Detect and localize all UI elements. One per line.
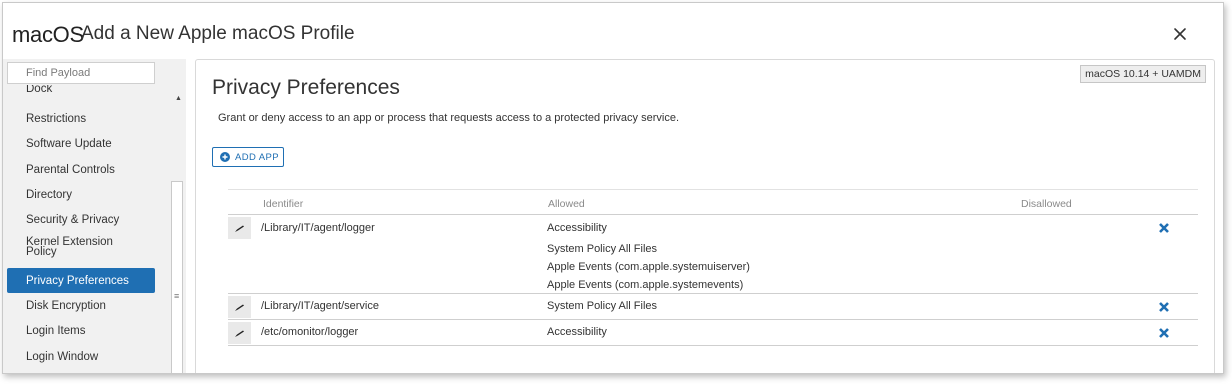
row-identifier: /Library/IT/agent/service	[261, 300, 379, 312]
delete-x-icon[interactable]	[1158, 327, 1170, 339]
dialog-title: Add a New Apple macOS Profile	[81, 23, 355, 44]
table-row: /Library/IT/agent/logger Accessibility S…	[228, 215, 1198, 294]
add-app-button[interactable]: ADD APP	[212, 147, 284, 167]
find-payload-input[interactable]	[7, 62, 155, 84]
dialog-header: macOS Add a New Apple macOS Profile	[3, 3, 1223, 59]
pencil-icon[interactable]	[228, 296, 251, 318]
sidebar-item-label: Restrictions	[26, 112, 87, 125]
pencil-icon[interactable]	[228, 217, 251, 239]
payload-sidebar: Dock Restrictions Software Update Parent…	[3, 59, 186, 373]
row-identifier: /etc/omonitor/logger	[261, 326, 359, 338]
delete-x-icon[interactable]	[1158, 222, 1170, 234]
panel-title: Privacy Preferences	[212, 76, 400, 99]
table-header: Identifier Allowed Disallowed	[228, 189, 1198, 215]
close-icon[interactable]	[1173, 27, 1189, 43]
allowed-service: System Policy All Files	[547, 300, 658, 312]
payload-list: Dock Restrictions Software Update Parent…	[3, 85, 173, 373]
sidebar-item-label: Disk Encryption	[26, 299, 106, 312]
sidebar-scrollbar[interactable]	[171, 181, 183, 373]
add-app-label: ADD APP	[235, 151, 279, 163]
sidebar-item-software-update[interactable]: Software Update	[7, 131, 155, 156]
sidebar-item-label: Login Window	[26, 350, 99, 363]
sidebar-item-label: Software Update	[26, 137, 112, 150]
sidebar-item-label: Login Items	[26, 324, 86, 337]
pencil-icon[interactable]	[228, 322, 251, 344]
sidebar-item-security-privacy[interactable]: Security & Privacy	[7, 207, 155, 232]
allowed-service: Apple Events (com.apple.systemuiserver)	[547, 261, 750, 273]
plus-circle-icon	[220, 152, 230, 162]
column-identifier: Identifier	[263, 198, 304, 210]
sidebar-item-label: Security & Privacy	[26, 213, 120, 226]
sidebar-item-label: Privacy Preferences	[26, 274, 129, 287]
sidebar-item-label: Parental Controls	[26, 163, 115, 176]
table-row: /etc/omonitor/logger Accessibility	[228, 320, 1198, 346]
sidebar-item-dock[interactable]: Dock	[7, 85, 155, 98]
sidebar-item-restrictions[interactable]: Restrictions	[7, 106, 155, 131]
sidebar-item-kernel-extension-policy[interactable]: Kernel Extension Policy	[7, 231, 155, 263]
profile-dialog: macOS Add a New Apple macOS Profile Dock…	[2, 2, 1224, 374]
sidebar-item-directory[interactable]: Directory	[7, 182, 155, 207]
allowed-service: Accessibility	[547, 326, 607, 338]
sidebar-item-parental-controls[interactable]: Parental Controls	[7, 157, 155, 182]
sidebar-item-login-items[interactable]: Login Items	[7, 318, 155, 343]
sidebar-item-label: Directory	[26, 188, 73, 201]
privacy-preferences-panel: macOS 10.14 + UAMDM Privacy Preferences …	[195, 59, 1215, 373]
sidebar-item-disk-encryption[interactable]: Disk Encryption	[7, 293, 155, 318]
row-identifier: /Library/IT/agent/logger	[261, 222, 375, 234]
panel-description: Grant or deny access to an app or proces…	[218, 112, 680, 124]
apps-table: Identifier Allowed Disallowed /Library/I…	[228, 189, 1198, 346]
allowed-service: Accessibility	[547, 222, 607, 234]
scroll-up-arrow-icon[interactable]: ▲	[175, 95, 182, 102]
sidebar-item-label: Kernel Extension Policy	[26, 236, 113, 258]
allowed-service: Apple Events (com.apple.systemevents)	[547, 279, 744, 291]
table-row: /Library/IT/agent/service System Policy …	[228, 294, 1198, 320]
delete-x-icon[interactable]	[1158, 301, 1170, 313]
column-disallowed: Disallowed	[1021, 198, 1072, 210]
allowed-service: System Policy All Files	[547, 243, 658, 255]
scrollbar-grip-icon: ≡	[174, 291, 180, 301]
platform-label: macOS	[12, 22, 84, 47]
sidebar-item-label: Dock	[26, 85, 53, 95]
sidebar-item-login-window[interactable]: Login Window	[7, 344, 155, 369]
column-allowed: Allowed	[548, 198, 585, 210]
os-version-badge: macOS 10.14 + UAMDM	[1080, 65, 1206, 83]
sidebar-item-privacy-preferences[interactable]: Privacy Preferences	[7, 268, 155, 293]
